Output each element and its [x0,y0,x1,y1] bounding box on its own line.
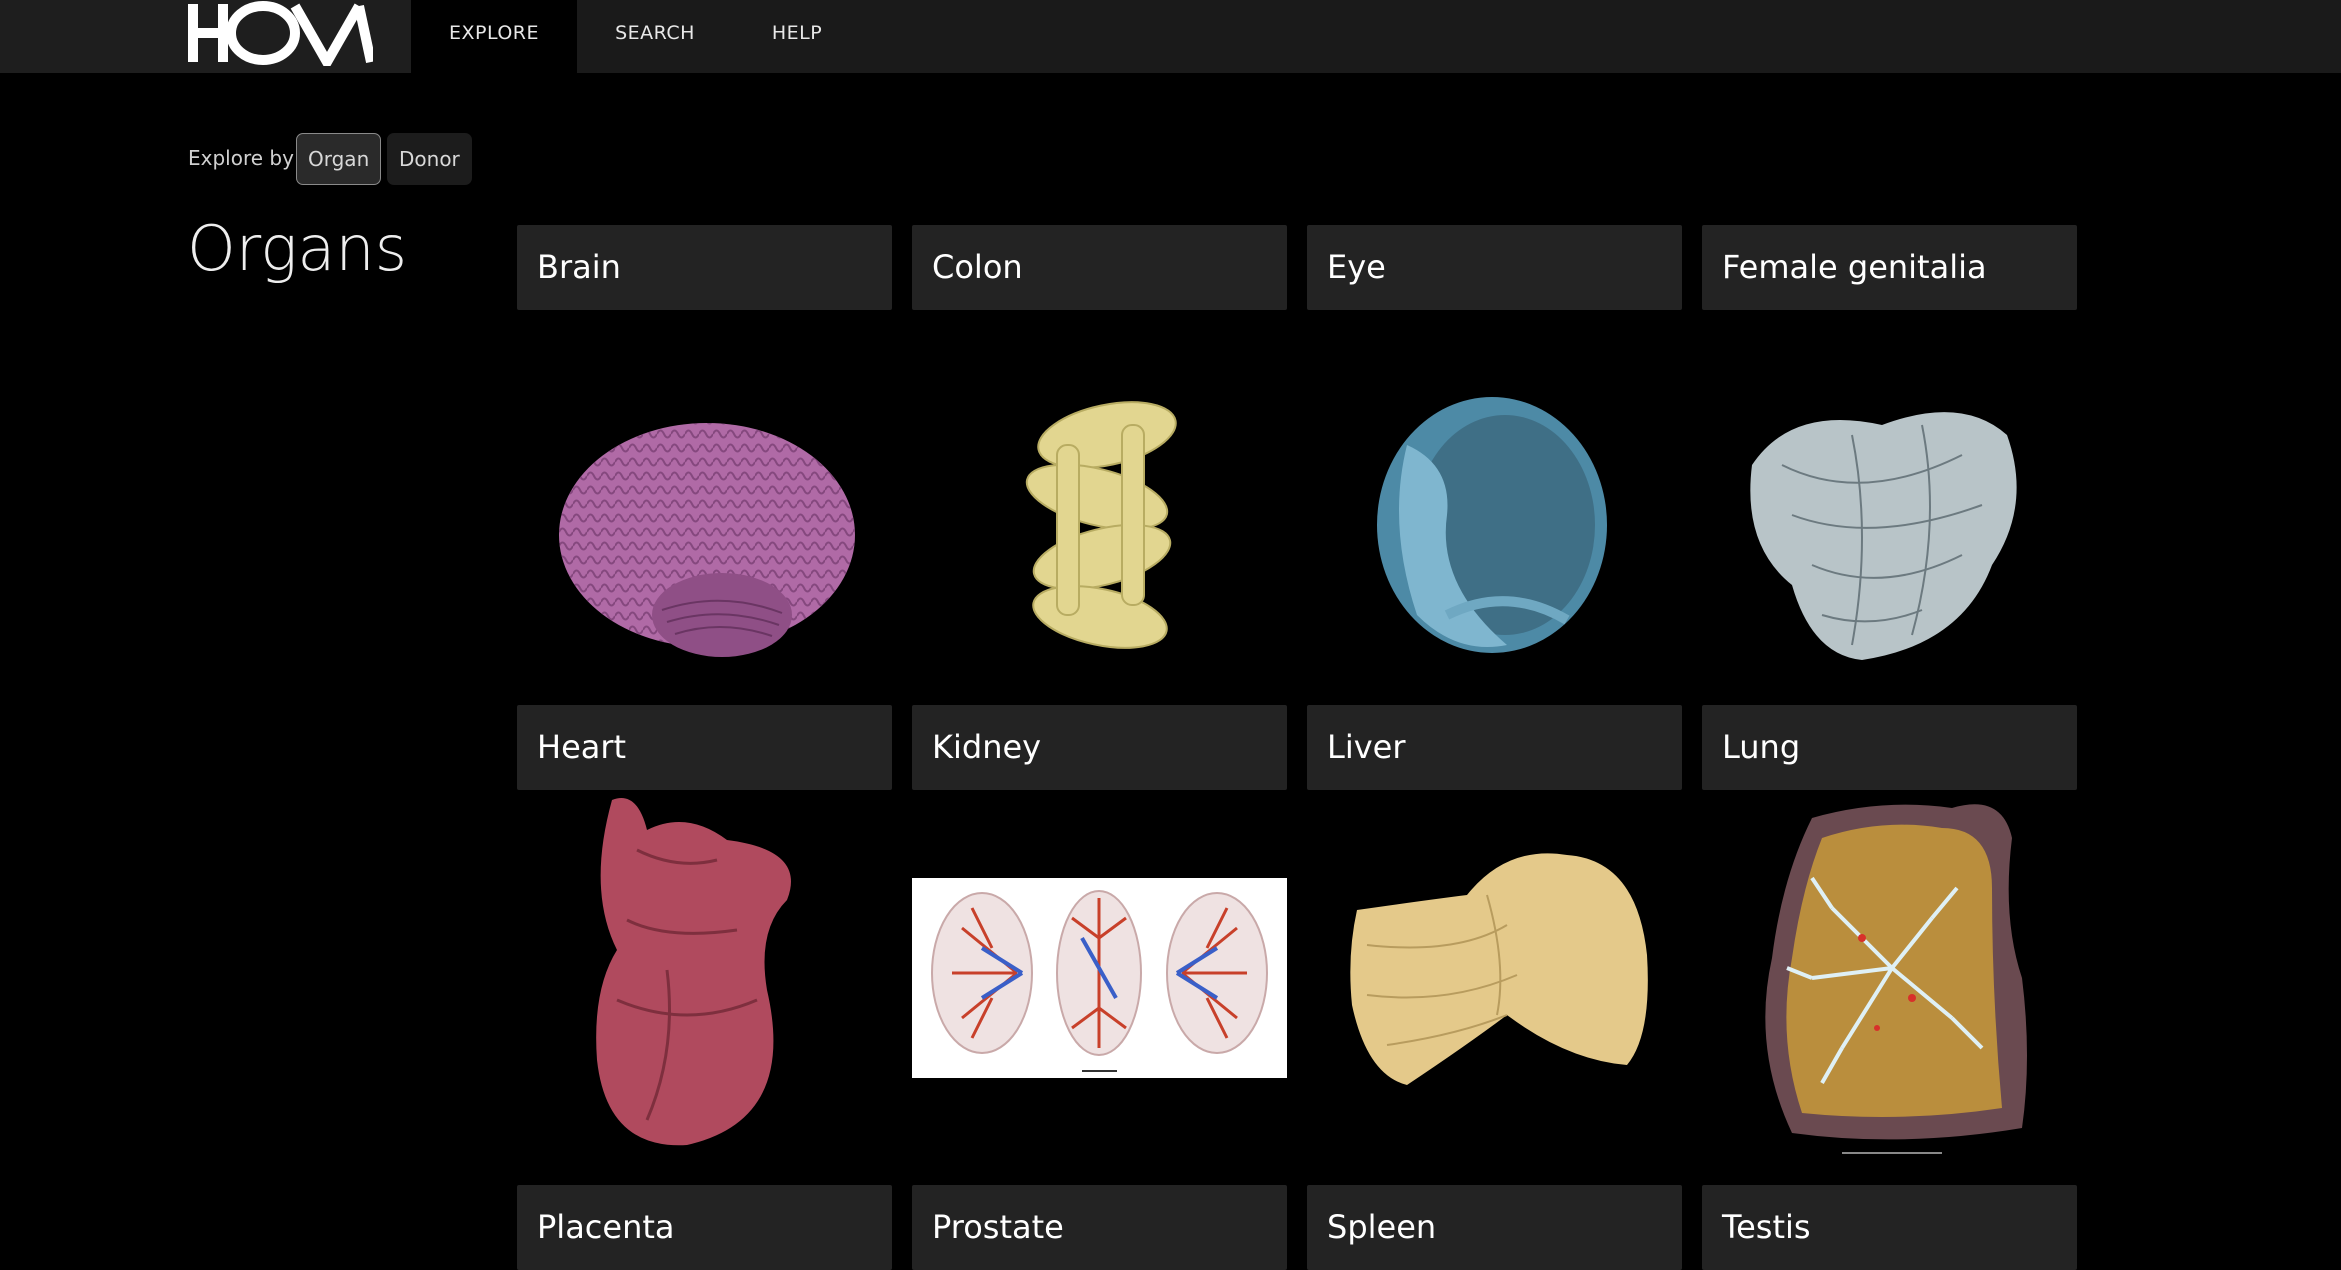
liver-image [1350,853,1648,1085]
organ-card-title: Liver [1307,705,1682,790]
hoa-logo [188,1,373,66]
logo-container[interactable] [0,0,411,73]
filter-donor-button[interactable]: Donor [387,133,472,185]
organ-card-title: Brain [517,225,892,310]
page-title: Organs [187,212,407,285]
nav-search[interactable]: SEARCH [577,0,733,73]
organ-card-title: Heart [517,705,892,790]
organ-card-spleen[interactable]: Spleen [1307,1185,1682,1270]
explore-by-label: Explore by [188,146,294,170]
organ-card-title: Testis [1702,1185,2077,1270]
organ-card-title: Spleen [1307,1185,1682,1270]
organ-card-title: Lung [1702,705,2077,790]
brain-image [559,423,855,657]
organ-card-title: Colon [912,225,1287,310]
organ-card-brain[interactable]: Brain [517,225,892,657]
organ-card-heart[interactable]: Heart [517,705,892,1146]
female-genitalia-image [1750,412,2017,660]
organ-card-placenta[interactable]: Placenta [517,1185,892,1270]
organ-card-prostate[interactable]: Prostate [912,1185,1287,1270]
organ-card-liver[interactable]: Liver [1307,705,1682,1085]
organ-card-kidney[interactable]: Kidney [912,705,1287,1078]
organ-card-title: Kidney [912,705,1287,790]
colon-image [1025,401,1177,649]
nav-help[interactable]: HELP [733,0,861,73]
nav-explore[interactable]: EXPLORE [411,0,577,73]
organ-card-female-genitalia[interactable]: Female genitalia [1702,225,2077,660]
eye-image [1377,397,1607,653]
kidney-image [912,878,1287,1078]
organ-card-title: Eye [1307,225,1682,310]
organ-card-testis[interactable]: Testis [1702,1185,2077,1270]
organ-card-eye[interactable]: Eye [1307,225,1682,653]
lung-image [1765,804,2027,1154]
organ-card-title: Female genitalia [1702,225,2077,310]
organ-card-title: Prostate [912,1185,1287,1270]
filter-organ-button[interactable]: Organ [296,133,382,185]
organ-card-title: Placenta [517,1185,892,1270]
heart-image [596,798,791,1146]
top-navbar: EXPLORE SEARCH HELP [0,0,2341,73]
organ-card-lung[interactable]: Lung [1702,705,2077,1154]
organ-card-colon[interactable]: Colon [912,225,1287,649]
